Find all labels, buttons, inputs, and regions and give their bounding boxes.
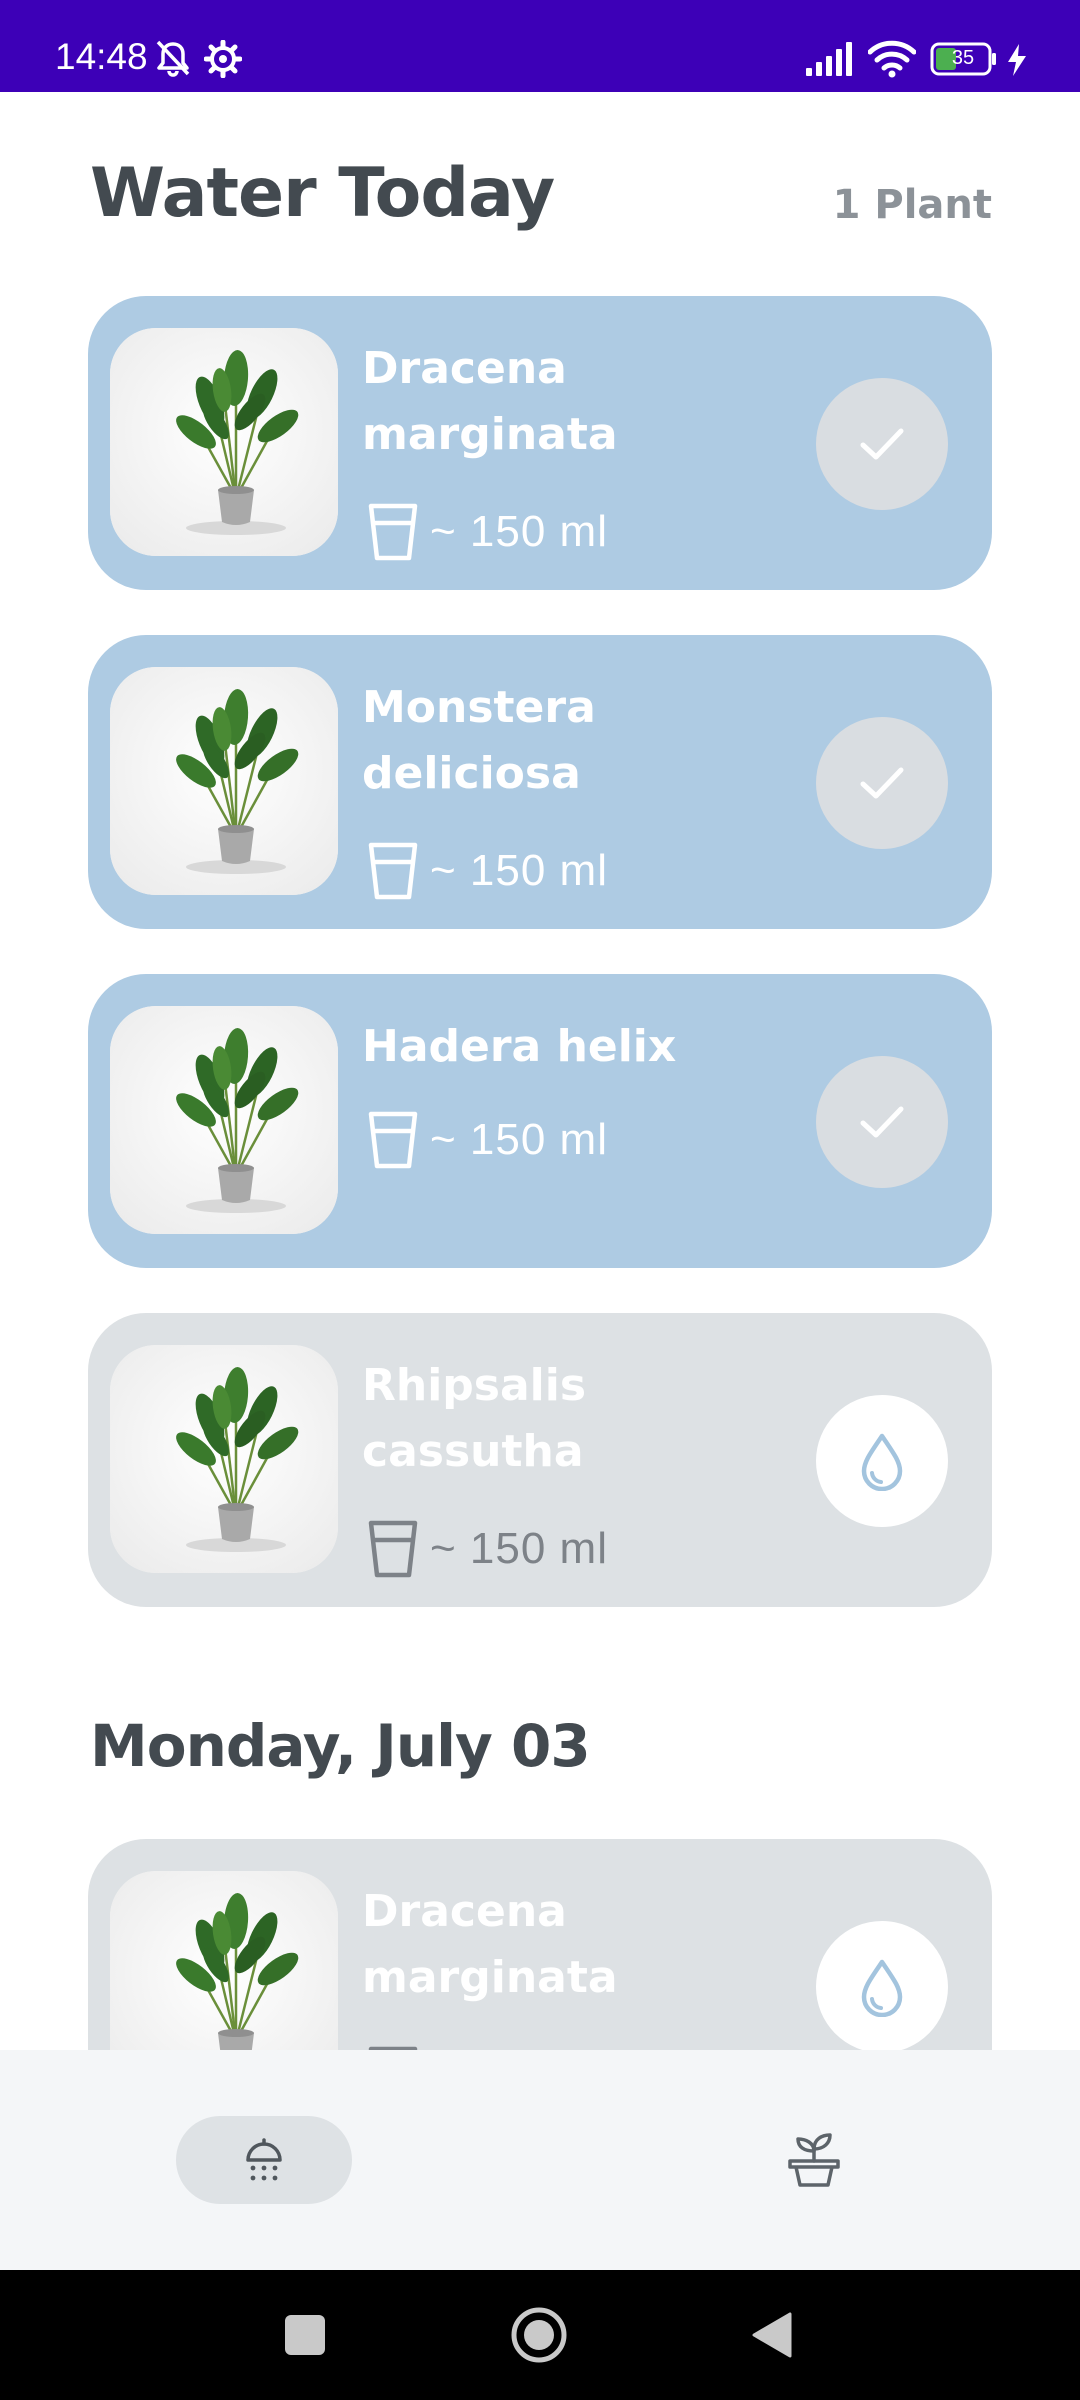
water-amount: ~ 150 ml [366, 1108, 608, 1172]
nav-watering-tab[interactable] [176, 2116, 352, 2204]
plant-card[interactable]: Hadera helix ~ 150 ml [88, 974, 992, 1268]
check-icon [860, 428, 904, 460]
settings-icon [204, 40, 242, 78]
plant-name: Monstera deliciosa [362, 682, 596, 799]
water-plant-button[interactable] [816, 1921, 948, 2050]
nav-plants-tab[interactable] [778, 2124, 850, 2196]
water-amount-label: ~ 150 ml [430, 507, 608, 556]
water-amount-label: ~ 150 ml [430, 846, 608, 895]
water-amount-label: ~ 150 ml [430, 1115, 608, 1164]
plant-name: Dracena marginata [362, 343, 618, 460]
bell-off-icon [156, 40, 190, 77]
mark-watered-button[interactable] [816, 717, 948, 849]
water-amount: ~ 150 ml [366, 500, 608, 564]
section-date-heading: Monday, July 03 [90, 1712, 591, 1780]
water-amount-label: ~ 150 ml [430, 1524, 608, 1573]
water-drop-icon [854, 1957, 910, 2017]
check-icon [860, 767, 904, 799]
water-glass-icon [366, 1518, 420, 1580]
status-time: 14:48 [55, 36, 148, 77]
plant-photo [110, 1006, 338, 1234]
status-bar: 14:48 35 [0, 0, 1080, 92]
water-glass-icon [366, 840, 420, 902]
home-icon[interactable] [509, 2305, 569, 2365]
recents-icon[interactable] [285, 2315, 325, 2355]
plant-name: Rhipsalis cassutha [362, 1360, 587, 1477]
water-amount [366, 2043, 430, 2050]
water-glass-icon [366, 501, 420, 563]
plant-count-badge: 1 Plant [832, 182, 992, 228]
water-drop-icon [854, 1431, 910, 1491]
plant-photo [110, 328, 338, 556]
water-amount: ~ 150 ml [366, 1517, 608, 1581]
bottom-navigation [0, 2050, 1080, 2270]
battery-icon: 35 [930, 42, 998, 76]
mark-watered-button[interactable] [816, 1056, 948, 1188]
plant-card[interactable]: Rhipsalis cassutha ~ 150 ml [88, 1313, 992, 1607]
system-navigation-bar [0, 2270, 1080, 2400]
check-icon [860, 1106, 904, 1138]
plant-photo [110, 667, 338, 895]
water-schedule-list[interactable]: Water Today 1 Plant Dracena marginata ~ … [0, 92, 1080, 2050]
plant-card[interactable]: Dracena marginata [88, 1839, 992, 2050]
charging-icon [1008, 44, 1026, 76]
plant-card[interactable]: Dracena marginata ~ 150 ml [88, 296, 992, 590]
battery-level: 35 [951, 47, 975, 69]
page-title: Water Today [90, 154, 555, 233]
plant-name: Dracena marginata [362, 1886, 618, 2003]
wifi-icon [868, 40, 916, 78]
signal-icon [806, 42, 852, 76]
watering-can-icon [246, 2138, 282, 2181]
back-icon[interactable] [752, 2312, 792, 2358]
potted-plant-icon [788, 2133, 840, 2187]
water-plant-button[interactable] [816, 1395, 948, 1527]
plant-name: Hadera helix [362, 1021, 677, 1072]
plant-photo [110, 1871, 338, 2050]
plant-card[interactable]: Monstera deliciosa ~ 150 ml [88, 635, 992, 929]
water-glass-icon [366, 1109, 420, 1171]
plant-photo [110, 1345, 338, 1573]
mark-watered-button[interactable] [816, 378, 948, 510]
water-amount: ~ 150 ml [366, 839, 608, 903]
